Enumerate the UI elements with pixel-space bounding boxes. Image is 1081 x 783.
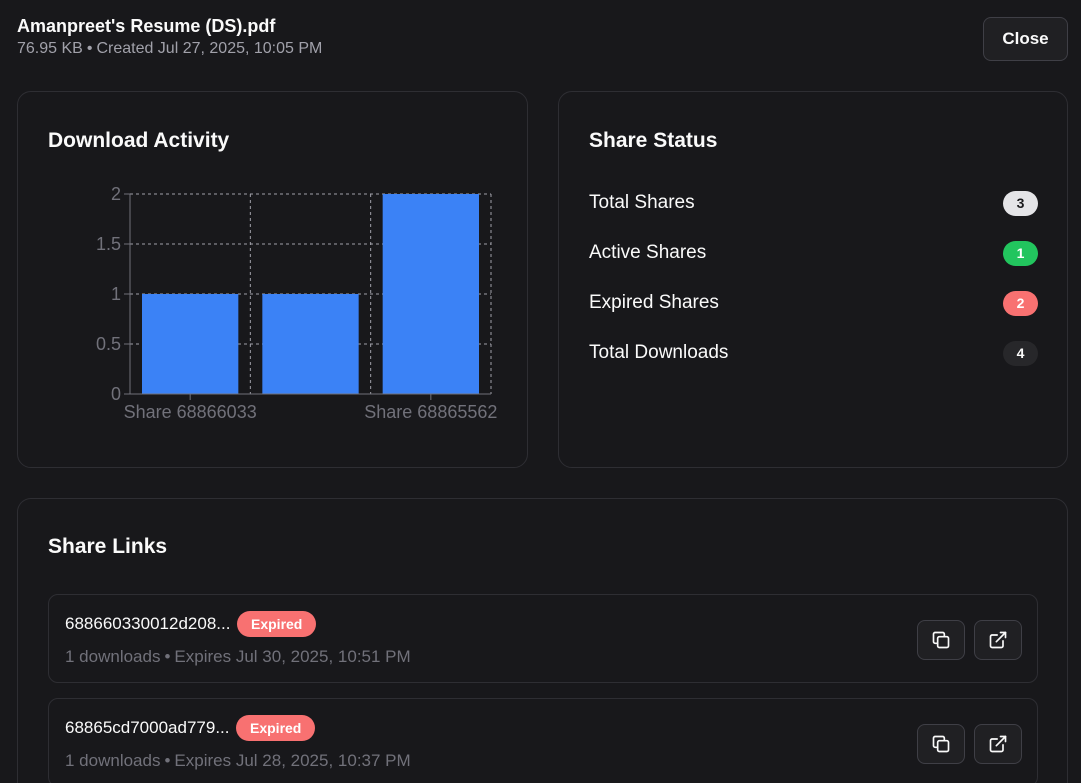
share-link-downloads: 1 downloads <box>65 647 161 666</box>
share-link-id: 68865cd7000ad779... <box>65 718 230 737</box>
download-activity-card: Download Activity 0 0.5 1 1.5 2 Share 6886603… <box>17 91 528 468</box>
file-details-page: Amanpreet's Resume (DS).pdf 76.95 KB • Cre… <box>0 0 1081 783</box>
copy-link-button[interactable] <box>917 724 965 764</box>
share-status-title: Share Status <box>589 129 718 152</box>
external-link-icon <box>989 735 1007 753</box>
meta-separator: • <box>86 40 93 57</box>
expired-badge: Expired <box>237 611 317 637</box>
file-size: 76.95 KB <box>17 40 83 57</box>
chart-y-tick-label: 0 <box>111 384 121 404</box>
status-label: Total Shares <box>589 192 695 213</box>
chart-y-tick-label: 1.5 <box>96 234 121 254</box>
share-link-id: 688660330012d208... <box>65 614 231 633</box>
chart-y-tick-label: 2 <box>111 184 121 204</box>
share-link-meta: 1 downloads • Expires Jul 28, 2025, 10:37 … <box>65 751 411 771</box>
status-label: Active Shares <box>589 242 707 263</box>
status-badge: 3 <box>1003 190 1038 216</box>
chart-x-tick-label: Share 68865562 <box>364 402 497 422</box>
external-link-icon <box>989 631 1007 649</box>
copy-icon <box>932 735 950 753</box>
status-row-expired-shares: Expired Shares 2 <box>589 288 1038 318</box>
share-link-meta: 1 downloads • Expires Jul 30, 2025, 10:51 … <box>65 647 411 667</box>
status-label: Expired Shares <box>589 292 719 313</box>
file-meta: 76.95 KB • Created Jul 27, 2025, 10:05 PM <box>17 40 322 58</box>
status-row-total-downloads: Total Downloads 4 <box>589 338 1038 368</box>
share-links-title: Share Links <box>48 535 168 558</box>
status-badge: 1 <box>1003 240 1038 266</box>
share-link-downloads: 1 downloads <box>65 751 161 770</box>
file-created: Created Jul 27, 2025, 10:05 PM <box>96 40 323 57</box>
share-link-expires: Expires Jul 30, 2025, 10:51 PM <box>174 647 411 666</box>
share-link-row: 688660330012d208... Expired 1 downloads •… <box>48 594 1038 683</box>
chart-bar <box>382 194 479 394</box>
meta-separator: • <box>164 751 171 770</box>
share-link-row: 68865cd7000ad779... Expired 1 downloads •… <box>48 698 1038 783</box>
copy-icon <box>932 631 950 649</box>
copy-link-button[interactable] <box>917 620 965 660</box>
open-link-button[interactable] <box>974 724 1022 764</box>
chart-bar <box>142 294 239 394</box>
chart-y-tick-label: 1 <box>111 284 121 304</box>
download-activity-chart: 0 0.5 1 1.5 2 Share 68866033 Share 68865562 <box>96 184 497 422</box>
chart-y-tick-label: 0.5 <box>96 334 121 354</box>
share-status-card: Share Status Total Shares 3 Active Share… <box>558 91 1068 468</box>
status-row-total-shares: Total Shares 3 <box>589 188 1038 218</box>
meta-separator: • <box>164 647 171 666</box>
open-link-button[interactable] <box>974 620 1022 660</box>
status-label: Total Downloads <box>589 342 729 363</box>
chart-x-tick-label: Share 68866033 <box>124 402 257 422</box>
status-badge: 4 <box>1003 340 1038 366</box>
share-links-card: Share Links 688660330012d208... Expired … <box>17 498 1068 783</box>
status-row-active-shares: Active Shares 1 <box>589 238 1038 268</box>
close-button[interactable]: Close <box>983 17 1068 61</box>
file-title: Amanpreet's Resume (DS).pdf <box>17 16 276 36</box>
share-link-expires: Expires Jul 28, 2025, 10:37 PM <box>174 751 411 770</box>
status-badge: 2 <box>1003 290 1038 316</box>
chart-bar <box>262 294 359 394</box>
expired-badge: Expired <box>236 715 316 741</box>
